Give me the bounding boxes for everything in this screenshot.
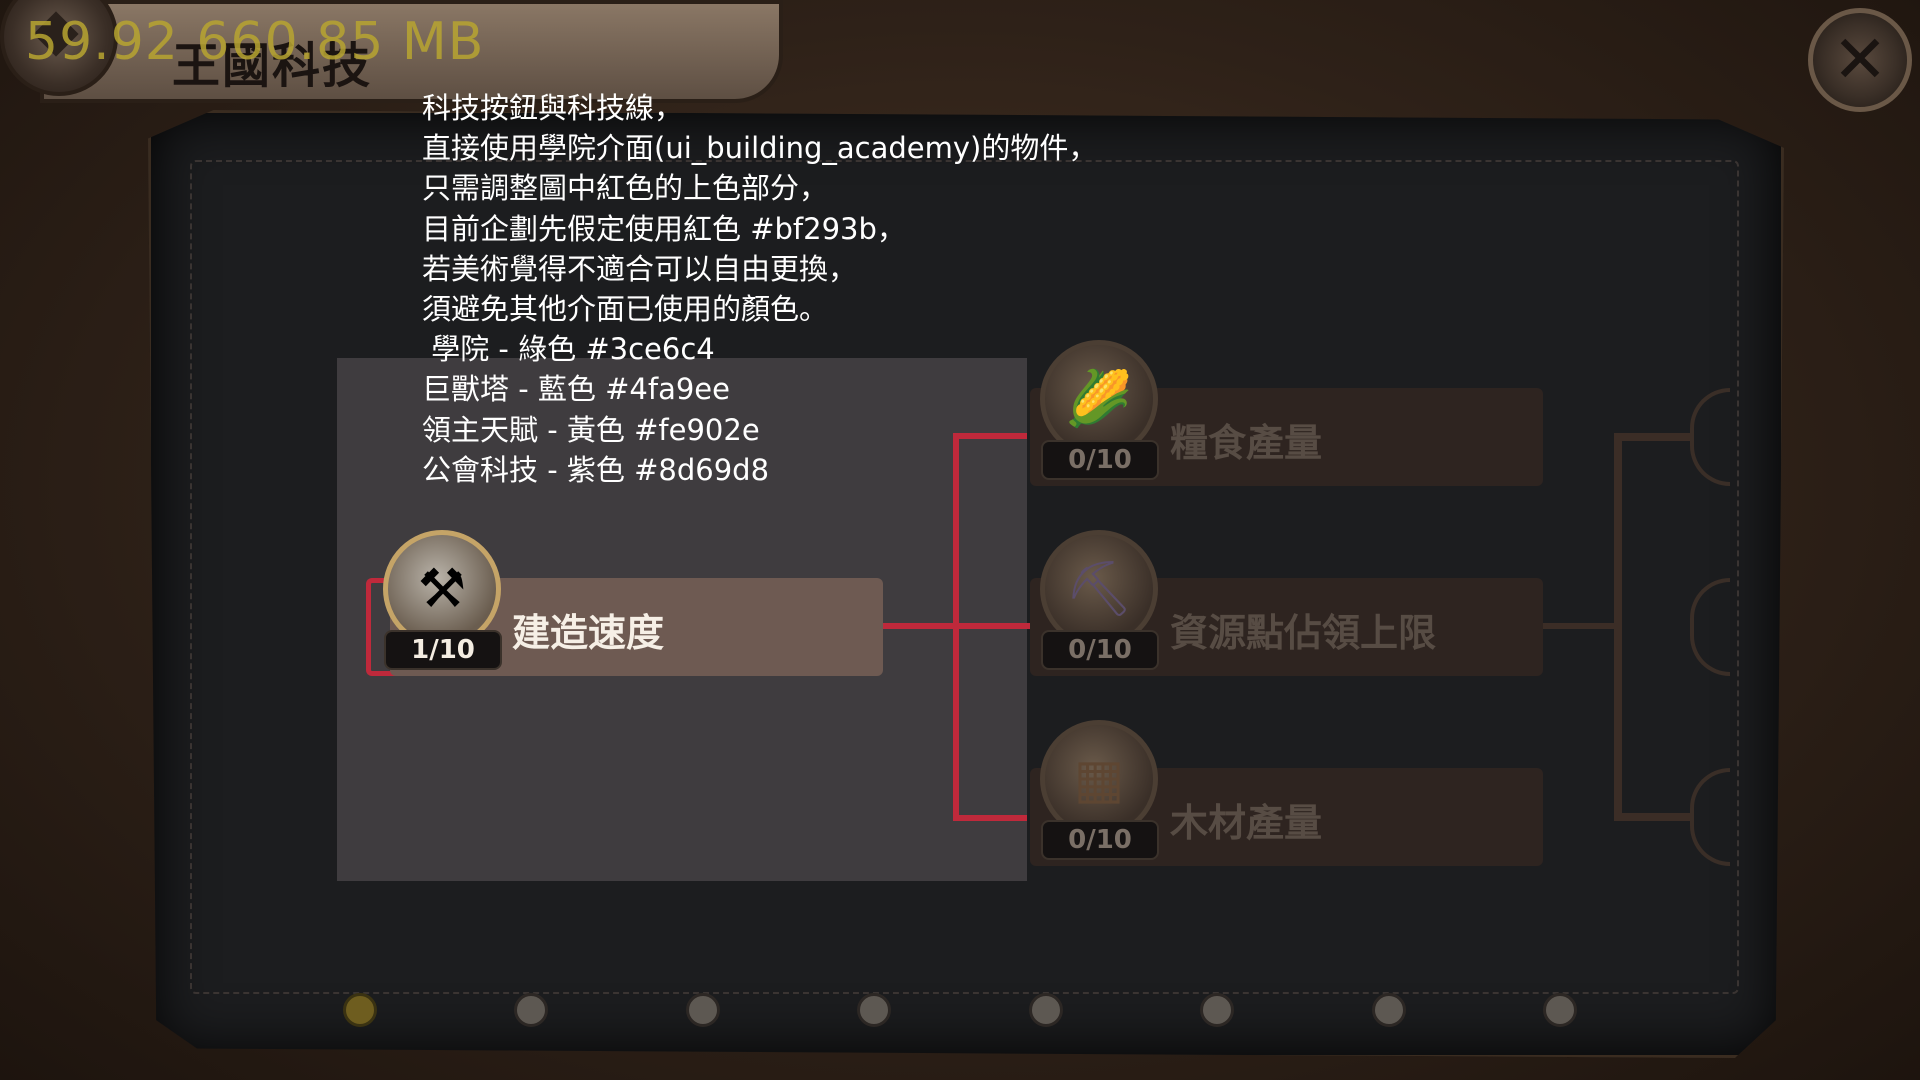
page-dot-2[interactable] <box>514 993 548 1027</box>
note-line: 須避免其他介面已使用的顏色。 <box>422 292 829 327</box>
page-dot-4[interactable] <box>857 993 891 1027</box>
connector-right-top <box>1614 433 1692 441</box>
note-line: 巨獸塔 - 藍色 #4fa9ee <box>422 372 730 407</box>
close-button[interactable]: ✕ <box>1808 8 1912 112</box>
page-dot-6[interactable] <box>1200 993 1234 1027</box>
tech-node-label: 木材產量 <box>1170 801 1323 845</box>
page-dot-7[interactable] <box>1372 993 1406 1027</box>
note-line: 目前企劃先假定使用紅色 #bf293b， <box>422 211 906 246</box>
note-line: 學院 - 綠色 #3ce6c4 <box>422 332 715 367</box>
debug-overlay: 59.92 660.85 MB <box>25 12 485 72</box>
note-line: 直接使用學院介面(ui_building_academy)的物件， <box>422 131 1098 166</box>
tech-node-level: 0/10 <box>1041 820 1159 860</box>
tech-node-label: 資源點佔領上限 <box>1170 611 1437 655</box>
tech-node-level: 1/10 <box>384 630 502 670</box>
note-line: 科技按鈕與科技線， <box>422 91 684 125</box>
note-line: 只需調整圖中紅色的上色部分， <box>422 171 829 206</box>
connector-right-main <box>1542 623 1620 629</box>
page-dot-1[interactable] <box>343 993 377 1027</box>
connector-right-bottom <box>1614 813 1692 821</box>
tech-node-label: 糧食產量 <box>1170 421 1323 465</box>
page-dot-3[interactable] <box>686 993 720 1027</box>
page-dot-5[interactable] <box>1029 993 1063 1027</box>
design-note: 科技按鈕與科技線， 直接使用學院介面(ui_building_academy)的物… <box>422 88 1097 490</box>
tech-node-level: 0/10 <box>1041 630 1159 670</box>
tech-node-label: 建造速度 <box>512 611 665 655</box>
page-dot-8[interactable] <box>1543 993 1577 1027</box>
note-line: 若美術覺得不適合可以自由更換， <box>422 251 858 286</box>
connector-right-vertical <box>1614 433 1622 821</box>
connector-bottom <box>953 815 1027 821</box>
note-line: 領主天賦 - 黃色 #fe902e <box>422 412 760 447</box>
close-icon: ✕ <box>1832 21 1888 98</box>
note-line: 公會科技 - 紫色 #8d69d8 <box>422 452 770 487</box>
connector-vertical <box>953 433 959 821</box>
